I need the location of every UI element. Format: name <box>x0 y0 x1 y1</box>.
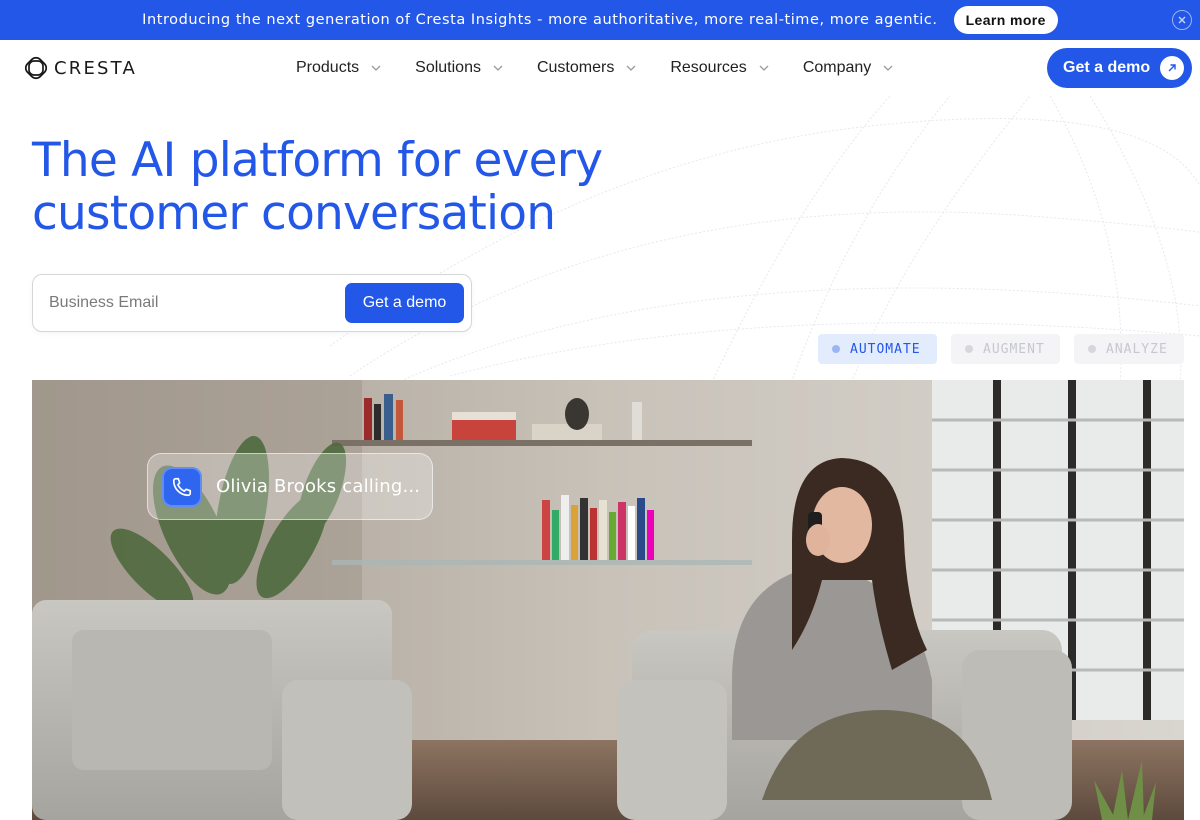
tab-label: AUGMENT <box>983 341 1045 357</box>
tab-indicator-dot <box>965 345 973 353</box>
logo-wordmark: CRESTA <box>54 57 137 79</box>
top-nav: CRESTA Products Solutions Customers Reso… <box>0 40 1200 96</box>
nav-item-label: Solutions <box>415 59 481 76</box>
chevron-down-icon <box>371 65 381 71</box>
chevron-down-icon <box>883 65 893 71</box>
email-signup-form: Get a demo <box>32 274 472 332</box>
nav-item-label: Company <box>802 59 872 76</box>
get-a-demo-nav-button[interactable]: Get a demo <box>1047 48 1192 88</box>
tab-augment[interactable]: AUGMENT <box>951 334 1060 364</box>
tab-label: AUTOMATE <box>850 341 921 357</box>
tab-label: ANALYZE <box>1106 341 1168 357</box>
cresta-logo-icon <box>24 56 48 80</box>
announcement-text: Introducing the next generation of Crest… <box>142 12 938 28</box>
chevron-down-icon <box>626 65 636 71</box>
cresta-logo[interactable]: CRESTA <box>24 56 137 80</box>
chevron-down-icon <box>493 65 503 71</box>
chevron-down-icon <box>759 65 769 71</box>
nav-item-label: Customers <box>536 59 615 76</box>
hero-title-line-2: customer conversation <box>32 186 556 241</box>
nav-cta-label: Get a demo <box>1063 59 1151 76</box>
nav-item-company[interactable]: Company <box>803 59 893 77</box>
hero-video[interactable]: Olivia Brooks calling... <box>32 380 1184 820</box>
tab-indicator-dot <box>832 345 840 353</box>
caller-status-text: Olivia Brooks calling... <box>216 476 421 497</box>
tab-indicator-dot <box>1088 345 1096 353</box>
nav-item-label: Resources <box>670 59 747 76</box>
hero-video-scene <box>32 380 1184 820</box>
incoming-call-card: Olivia Brooks calling... <box>147 453 433 520</box>
hero-title: The AI platform for every customer conve… <box>32 134 652 240</box>
nav-menu: Products Solutions Customers Resources C… <box>296 40 927 96</box>
hero-title-line-1: The AI platform for every <box>32 133 603 188</box>
nav-item-solutions[interactable]: Solutions <box>415 59 503 77</box>
arrow-up-right-icon <box>1160 56 1184 80</box>
tab-analyze[interactable]: ANALYZE <box>1074 334 1184 364</box>
close-icon[interactable] <box>1172 10 1192 30</box>
business-email-input[interactable] <box>33 275 343 331</box>
nav-item-products[interactable]: Products <box>296 59 381 77</box>
announcement-bar: Introducing the next generation of Crest… <box>0 0 1200 40</box>
tab-automate[interactable]: AUTOMATE <box>818 334 937 364</box>
nav-item-customers[interactable]: Customers <box>537 59 636 77</box>
nav-item-resources[interactable]: Resources <box>670 59 769 77</box>
get-a-demo-form-button[interactable]: Get a demo <box>345 283 464 323</box>
learn-more-button[interactable]: Learn more <box>953 6 1058 34</box>
nav-item-label: Products <box>296 59 360 76</box>
phone-icon <box>162 466 202 507</box>
